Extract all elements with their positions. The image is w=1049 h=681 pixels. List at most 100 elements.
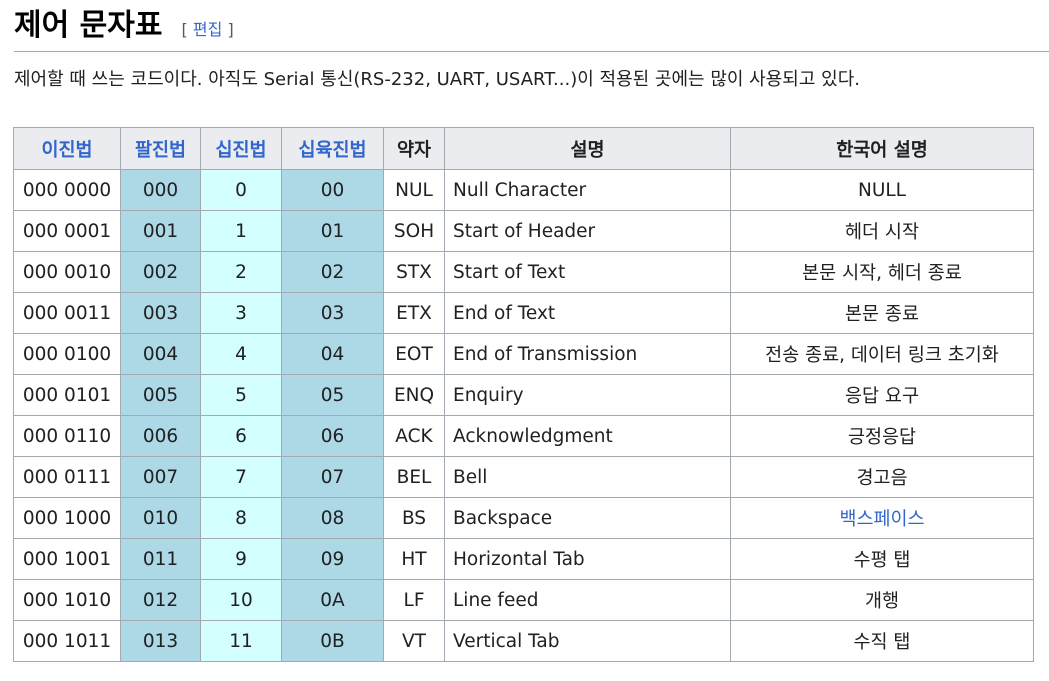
cell-abbr: VT <box>383 620 445 662</box>
header-octal[interactable]: 팔진법 <box>120 127 201 170</box>
table-body: 000 0000 000 0 00 NUL Null Character NULL 000 0… <box>13 169 1034 662</box>
cell-abbr: ACK <box>383 415 445 457</box>
cell-decimal: 4 <box>200 333 282 375</box>
cell-octal: 010 <box>120 497 201 539</box>
cell-hex: 0A <box>281 579 384 621</box>
cell-korean-description: 헤더 시작 <box>730 210 1034 252</box>
edit-bracket-open: [ <box>181 20 188 39</box>
table-row: 000 1011 013 11 0B VT Vertical Tab 수직 탭 <box>13 620 1034 662</box>
cell-korean-description: 본문 종료 <box>730 292 1034 334</box>
cell-hex: 07 <box>281 456 384 498</box>
cell-abbr: ENQ <box>383 374 445 416</box>
header-hex[interactable]: 십육진법 <box>281 127 384 170</box>
section-heading: 제어 문자표 [ 편집 ] <box>14 6 1049 52</box>
table-row: 000 0001 001 1 01 SOH Start of Header 헤더 시작 <box>13 210 1034 252</box>
cell-hex: 09 <box>281 538 384 580</box>
cell-description: Line feed <box>444 579 731 621</box>
header-binary[interactable]: 이진법 <box>13 127 121 170</box>
header-decimal[interactable]: 십진법 <box>200 127 282 170</box>
cell-hex: 05 <box>281 374 384 416</box>
cell-hex: 04 <box>281 333 384 375</box>
cell-hex: 03 <box>281 292 384 334</box>
intro-paragraph: 제어할 때 쓰는 코드이다. 아직도 Serial 통신(RS-232, UAR… <box>14 69 860 90</box>
cell-hex: 08 <box>281 497 384 539</box>
control-char-table: 이진법 팔진법 십진법 십육진법 약자 설명 한국어 설명 000 0000 00… <box>13 127 1034 662</box>
edit-bracket-close: ] <box>227 20 234 39</box>
cell-korean-description: 백스페이스 <box>730 497 1034 539</box>
header-abbr: 약자 <box>383 127 445 170</box>
cell-description: Null Character <box>444 169 731 211</box>
table-row: 000 1001 011 9 09 HT Horizontal Tab 수평 탭 <box>13 538 1034 580</box>
cell-decimal: 10 <box>200 579 282 621</box>
cell-description: End of Text <box>444 292 731 334</box>
cell-octal: 002 <box>120 251 201 293</box>
cell-abbr: EOT <box>383 333 445 375</box>
cell-binary: 000 0010 <box>13 251 121 293</box>
cell-octal: 007 <box>120 456 201 498</box>
cell-octal: 000 <box>120 169 201 211</box>
header-korean-description: 한국어 설명 <box>730 127 1034 170</box>
cell-description: Acknowledgment <box>444 415 731 457</box>
cell-hex: 0B <box>281 620 384 662</box>
cell-abbr: SOH <box>383 210 445 252</box>
table-row: 000 0110 006 6 06 ACK Acknowledgment 긍정응답 <box>13 415 1034 457</box>
cell-binary: 000 1010 <box>13 579 121 621</box>
cell-octal: 005 <box>120 374 201 416</box>
cell-decimal: 7 <box>200 456 282 498</box>
cell-decimal: 2 <box>200 251 282 293</box>
cell-abbr: ETX <box>383 292 445 334</box>
cell-octal: 004 <box>120 333 201 375</box>
cell-binary: 000 1001 <box>13 538 121 580</box>
cell-korean-description: NULL <box>730 169 1034 211</box>
cell-hex: 06 <box>281 415 384 457</box>
section-title: 제어 문자표 <box>14 8 163 43</box>
table-row: 000 0111 007 7 07 BEL Bell 경고음 <box>13 456 1034 498</box>
cell-description: Start of Text <box>444 251 731 293</box>
cell-description: Enquiry <box>444 374 731 416</box>
table-row: 000 0010 002 2 02 STX Start of Text 본문 시작, 헤더 … <box>13 251 1034 293</box>
cell-description: End of Transmission <box>444 333 731 375</box>
cell-abbr: BS <box>383 497 445 539</box>
cell-abbr: LF <box>383 579 445 621</box>
table-row: 000 1010 012 10 0A LF Line feed 개행 <box>13 579 1034 621</box>
cell-description: Start of Header <box>444 210 731 252</box>
cell-description: Horizontal Tab <box>444 538 731 580</box>
cell-octal: 003 <box>120 292 201 334</box>
cell-binary: 000 0100 <box>13 333 121 375</box>
table-row: 000 0101 005 5 05 ENQ Enquiry 응답 요구 <box>13 374 1034 416</box>
cell-korean-description: 수평 탭 <box>730 538 1034 580</box>
cell-decimal: 6 <box>200 415 282 457</box>
cell-description: Backspace <box>444 497 731 539</box>
cell-abbr: NUL <box>383 169 445 211</box>
cell-octal: 011 <box>120 538 201 580</box>
cell-abbr: HT <box>383 538 445 580</box>
cell-decimal: 11 <box>200 620 282 662</box>
cell-binary: 000 0000 <box>13 169 121 211</box>
table-row: 000 0011 003 3 03 ETX End of Text 본문 종료 <box>13 292 1034 334</box>
cell-binary: 000 1011 <box>13 620 121 662</box>
edit-link[interactable]: 편집 <box>193 20 222 39</box>
table-row: 000 0100 004 4 04 EOT End of Transmission 전송 종… <box>13 333 1034 375</box>
cell-hex: 00 <box>281 169 384 211</box>
cell-description: Bell <box>444 456 731 498</box>
edit-section: [ 편집 ] <box>182 16 234 40</box>
header-description: 설명 <box>444 127 731 170</box>
cell-korean-description: 긍정응답 <box>730 415 1034 457</box>
cell-octal: 006 <box>120 415 201 457</box>
cell-korean-description: 응답 요구 <box>730 374 1034 416</box>
cell-korean-description: 전송 종료, 데이터 링크 초기화 <box>730 333 1034 375</box>
cell-korean-description: 경고음 <box>730 456 1034 498</box>
cell-binary: 000 0001 <box>13 210 121 252</box>
cell-binary: 000 0011 <box>13 292 121 334</box>
table-row: 000 1000 010 8 08 BS Backspace 백스페이스 <box>13 497 1034 539</box>
cell-decimal: 0 <box>200 169 282 211</box>
table-row: 000 0000 000 0 00 NUL Null Character NULL <box>13 169 1034 211</box>
cell-decimal: 8 <box>200 497 282 539</box>
cell-korean-description: 본문 시작, 헤더 종료 <box>730 251 1034 293</box>
cell-octal: 012 <box>120 579 201 621</box>
cell-korean-description: 수직 탭 <box>730 620 1034 662</box>
cell-description: Vertical Tab <box>444 620 731 662</box>
korean-description-link[interactable]: 백스페이스 <box>839 509 924 530</box>
cell-octal: 013 <box>120 620 201 662</box>
cell-decimal: 1 <box>200 210 282 252</box>
